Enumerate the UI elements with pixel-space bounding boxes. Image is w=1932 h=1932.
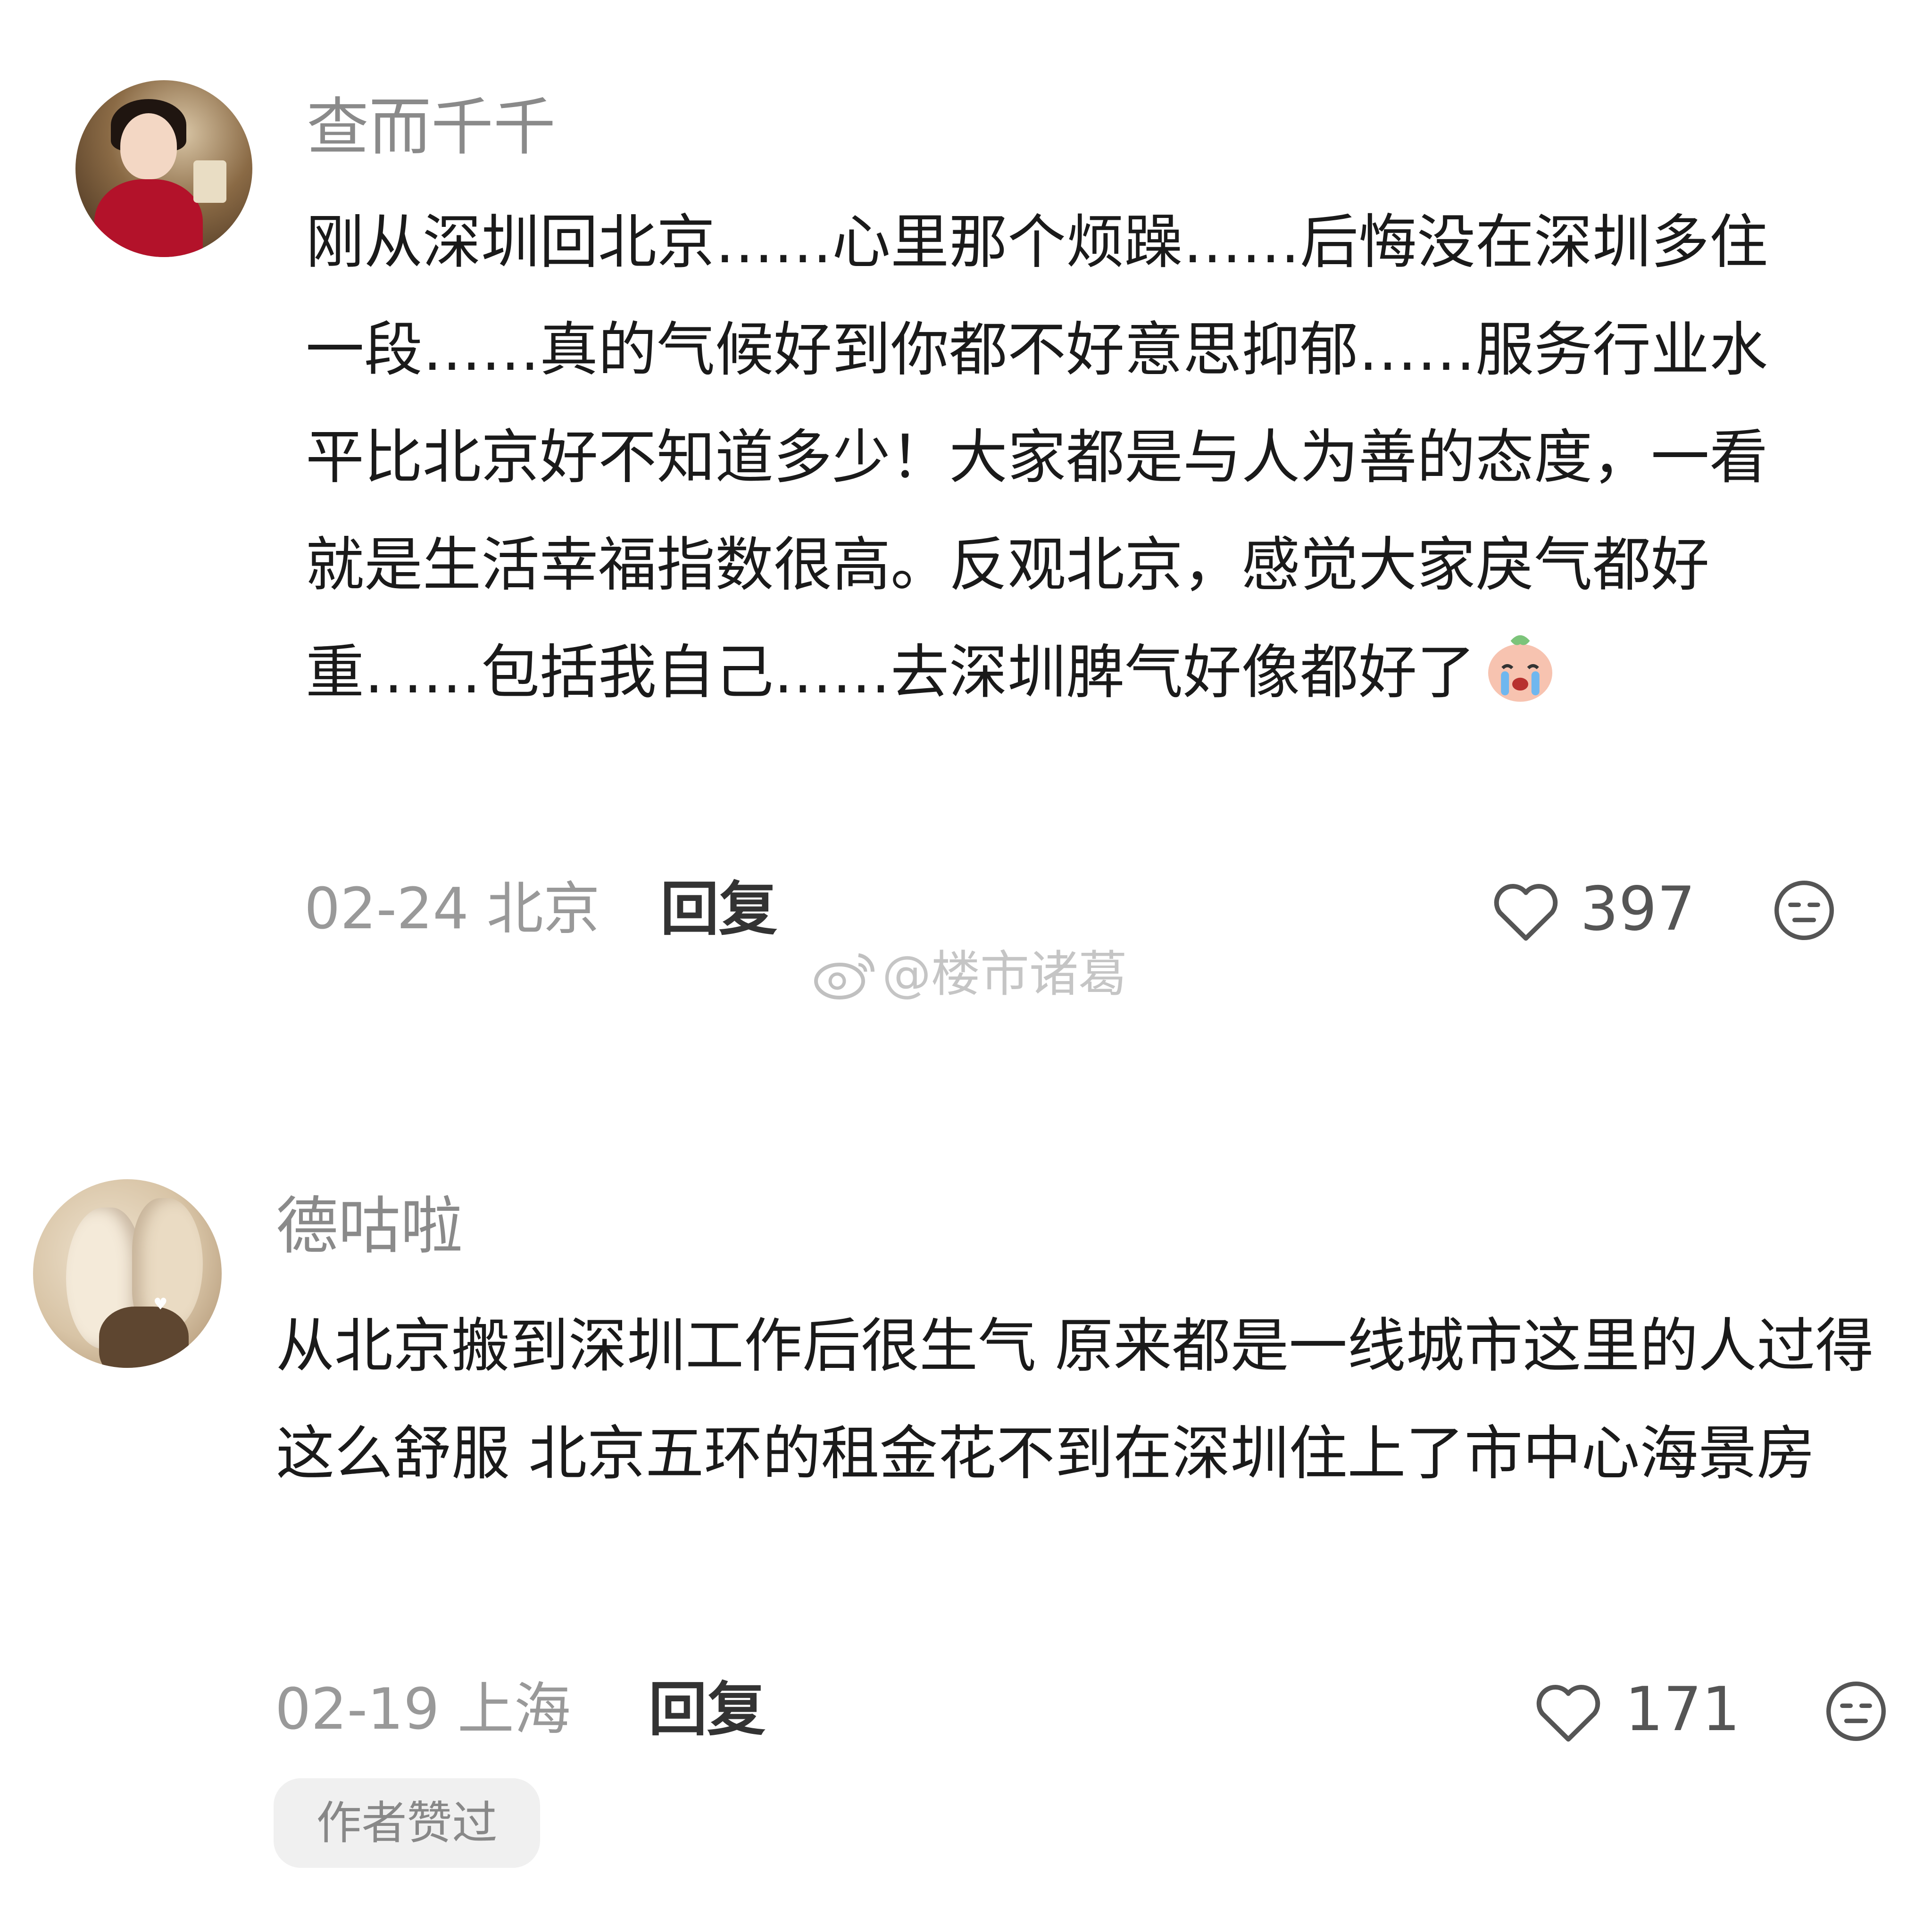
author-liked-badge: 作者赞过 [274, 1778, 540, 1868]
comment-text: 从北京搬到深圳工作后很生气 原来都是一线城市这里的人过得这么舒服 北京五环的租金… [276, 1312, 1874, 1488]
like-count: 397 [1580, 874, 1696, 944]
avatar[interactable]: ♥ [33, 1179, 222, 1368]
unamused-face-icon[interactable] [1823, 1678, 1889, 1744]
avatar-heart: ♥ [153, 1295, 168, 1314]
comment-username[interactable]: 查而千千 [307, 92, 556, 163]
comment-text: 刚从深圳回北京……心里那个烦躁……后悔没在深圳多住一段……真的气候好到你都不好意… [306, 189, 1815, 726]
heart-outline-icon[interactable] [1491, 877, 1561, 943]
comment-meta: 02-24 北京 [304, 876, 600, 942]
avatar-shadow [99, 1307, 189, 1368]
comment-date: 02-19 [275, 1677, 440, 1742]
comment-username[interactable]: 德咕啦 [276, 1191, 463, 1262]
comment-meta: 02-19 上海 [275, 1677, 571, 1743]
watermark: @楼市诸葛 [811, 946, 1127, 1002]
reply-button[interactable]: 回复 [649, 1677, 766, 1743]
like-count: 171 [1625, 1674, 1740, 1745]
avatar-dress [94, 179, 203, 257]
comment-date: 02-24 [304, 876, 469, 942]
weibo-logo-icon [814, 953, 875, 999]
reply-button[interactable]: 回复 [660, 876, 777, 942]
crying-face-emoji [1488, 635, 1553, 702]
comment-location: 北京 [486, 876, 600, 942]
avatar-cup [193, 160, 226, 203]
avatar-face [120, 113, 177, 179]
comment-location: 上海 [457, 1677, 571, 1742]
watermark-text: @楼市诸葛 [882, 945, 1128, 1003]
heart-outline-icon[interactable] [1533, 1678, 1604, 1744]
avatar[interactable] [75, 80, 252, 257]
unamused-face-icon[interactable] [1771, 877, 1837, 943]
